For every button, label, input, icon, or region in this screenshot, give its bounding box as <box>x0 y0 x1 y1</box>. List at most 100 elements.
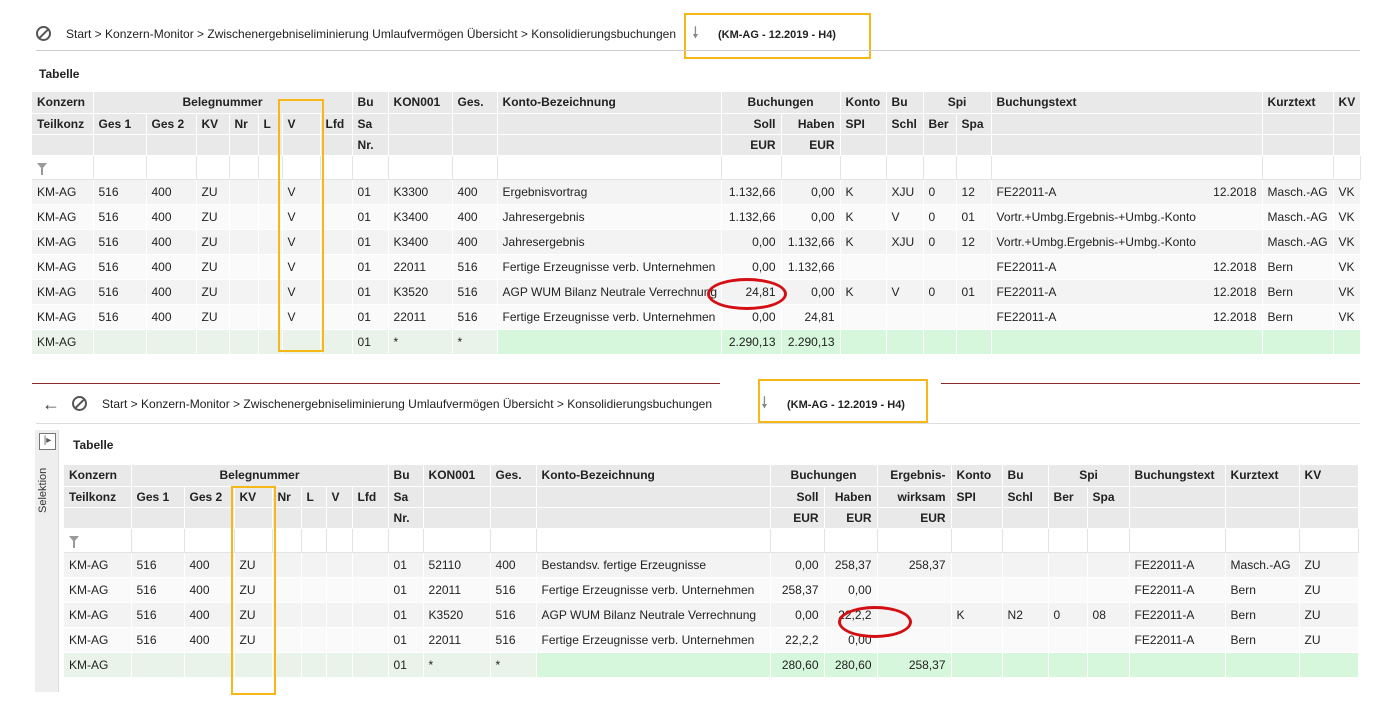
col-buchungen[interactable]: Buchungen <box>770 465 878 487</box>
cell: 516 <box>452 254 498 280</box>
cell <box>258 204 283 230</box>
col-l[interactable]: L <box>258 113 283 135</box>
selektion-tab[interactable]: Selektion <box>37 460 57 520</box>
col-ges[interactable]: Ges. <box>452 92 498 114</box>
col-teilkonz[interactable]: Teilkonz <box>32 113 94 135</box>
col-kv[interactable]: KV <box>1299 465 1359 487</box>
cell <box>320 254 353 280</box>
col-teilkonz[interactable]: Teilkonz <box>64 486 132 508</box>
cell: V <box>282 204 321 230</box>
expand-panel-icon[interactable]: |▸ <box>39 433 56 450</box>
table-row[interactable]: KM-AG 516 400 ZU 01 22011 516 Fertige Erzeugnis… <box>64 627 1359 653</box>
col-kurztext[interactable]: Kurztext <box>1262 92 1334 114</box>
filter-icon[interactable] <box>69 536 79 548</box>
col-schl[interactable]: Schl <box>1002 486 1049 508</box>
col-ges[interactable]: Ges. <box>490 465 537 487</box>
filter-icon[interactable] <box>37 163 47 175</box>
col-spa[interactable]: Spa <box>1087 486 1130 508</box>
col-schl[interactable]: Schl <box>886 113 924 135</box>
col-konzern[interactable]: Konzern <box>32 92 94 114</box>
col-nr[interactable]: Nr <box>272 486 302 508</box>
col-soll[interactable]: Soll <box>721 113 782 135</box>
col-bu[interactable]: Bu <box>388 465 424 487</box>
col-l[interactable]: L <box>301 486 327 508</box>
bottom-breadcrumb[interactable]: Start > Konzern-Monitor > Zwischenergebn… <box>102 397 712 411</box>
col-bu-schl[interactable]: Bu <box>1002 465 1049 487</box>
table-row[interactable]: KM-AG 516 400 ZU V 01 22011 516 Fertige Erzeugni… <box>32 304 1361 330</box>
col-ges1[interactable]: Ges 1 <box>93 113 147 135</box>
col-spi[interactable]: Spi <box>923 92 992 114</box>
ban-icon[interactable] <box>36 26 51 41</box>
cell <box>301 552 327 578</box>
table-row[interactable]: KM-AG 516 400 ZU V 01 K3300 400 Ergebnisvortrag 1… <box>32 179 1361 205</box>
col-spi-konto[interactable]: SPI <box>951 486 1003 508</box>
down-arrow-icon[interactable]: 🠗 <box>692 26 699 42</box>
col-kurztext[interactable]: Kurztext <box>1225 465 1300 487</box>
col-kv-beleg[interactable]: KV <box>196 113 230 135</box>
divider <box>36 423 1360 424</box>
col-lfd[interactable]: Lfd <box>320 113 353 135</box>
col-konzern[interactable]: Konzern <box>64 465 132 487</box>
col-bu[interactable]: Bu <box>352 92 389 114</box>
table-row[interactable]: KM-AG 516 400 ZU V 01 K3520 516 AGP WUM Bilanz N… <box>32 279 1361 305</box>
col-ergebnis[interactable]: Ergebnis- <box>877 465 952 487</box>
sum-ges: * <box>452 329 498 355</box>
filter-row[interactable] <box>64 528 1359 553</box>
col-buchungen[interactable]: Buchungen <box>721 92 841 114</box>
col-kon001[interactable]: KON001 <box>423 465 491 487</box>
cell <box>923 329 957 355</box>
ban-icon[interactable] <box>72 396 87 411</box>
col-bu-schl[interactable]: Bu <box>886 92 924 114</box>
col-nr[interactable]: Nr <box>229 113 259 135</box>
col-belegnummer[interactable]: Belegnummer <box>93 92 353 114</box>
col-v[interactable]: V <box>326 486 353 508</box>
top-breadcrumb[interactable]: Start > Konzern-Monitor > Zwischenergebn… <box>66 27 676 41</box>
col-konto-bezeichnung[interactable]: Konto-Bezeichnung <box>536 465 771 487</box>
cell: 0,00 <box>721 229 782 255</box>
col-haben-unit: EUR <box>781 134 841 156</box>
back-arrow-icon[interactable]: ← <box>42 395 60 413</box>
col-buchungstext[interactable]: Buchungstext <box>991 92 1263 114</box>
table-row[interactable]: KM-AG 516 400 ZU V 01 22011 516 Fertige Erzeugni… <box>32 254 1361 280</box>
cell: 01 <box>352 204 389 230</box>
col-spi-konto[interactable]: SPI <box>840 113 887 135</box>
col-sa[interactable]: Sa <box>352 113 389 135</box>
col-ber[interactable]: Ber <box>1048 486 1088 508</box>
col-kv[interactable]: KV <box>1333 92 1361 114</box>
col-belegnummer[interactable]: Belegnummer <box>131 465 389 487</box>
col-ber[interactable]: Ber <box>923 113 957 135</box>
filter-row[interactable] <box>32 155 1361 180</box>
col-kon001[interactable]: KON001 <box>388 92 453 114</box>
col-konto-bezeichnung[interactable]: Konto-Bezeichnung <box>497 92 722 114</box>
cell <box>229 229 259 255</box>
table-row[interactable]: KM-AG 516 400 ZU 01 K3520 516 AGP WUM Bilanz Ne… <box>64 602 1359 628</box>
cell: 0,00 <box>781 204 841 230</box>
col-soll[interactable]: Soll <box>770 486 825 508</box>
table-row[interactable]: KM-AG 516 400 ZU 01 22011 516 Fertige Erzeugnis… <box>64 577 1359 603</box>
table-row[interactable]: KM-AG 516 400 ZU 01 52110 400 Bestandsv. fertig… <box>64 552 1359 578</box>
col-konto[interactable]: Konto <box>840 92 887 114</box>
cell: 0,00 <box>781 179 841 205</box>
col-haben[interactable]: Haben <box>824 486 878 508</box>
down-arrow-icon[interactable]: 🠗 <box>761 396 768 412</box>
col-v[interactable]: V <box>282 113 321 135</box>
col-konto[interactable]: Konto <box>951 465 1003 487</box>
col-ges2[interactable]: Ges 2 <box>146 113 197 135</box>
cell <box>229 204 259 230</box>
col-kv-beleg[interactable]: KV <box>234 486 273 508</box>
col-spi[interactable]: Spi <box>1048 465 1130 487</box>
col-haben[interactable]: Haben <box>781 113 841 135</box>
cell <box>184 652 235 678</box>
col-sa[interactable]: Sa <box>388 486 424 508</box>
col-wirksam[interactable]: wirksam <box>877 486 952 508</box>
col-ges1[interactable]: Ges 1 <box>131 486 185 508</box>
cell: 0,00 <box>781 279 841 305</box>
col-lfd[interactable]: Lfd <box>352 486 389 508</box>
col-buchungstext[interactable]: Buchungstext <box>1129 465 1226 487</box>
table-row[interactable]: KM-AG 516 400 ZU V 01 K3400 400 Jahresergebnis 0,… <box>32 229 1361 255</box>
col-spa[interactable]: Spa <box>956 113 992 135</box>
cell: ZU <box>196 229 230 255</box>
cell <box>301 652 327 678</box>
table-row[interactable]: KM-AG 516 400 ZU V 01 K3400 400 Jahresergebnis 1.… <box>32 204 1361 230</box>
col-ges2[interactable]: Ges 2 <box>184 486 235 508</box>
